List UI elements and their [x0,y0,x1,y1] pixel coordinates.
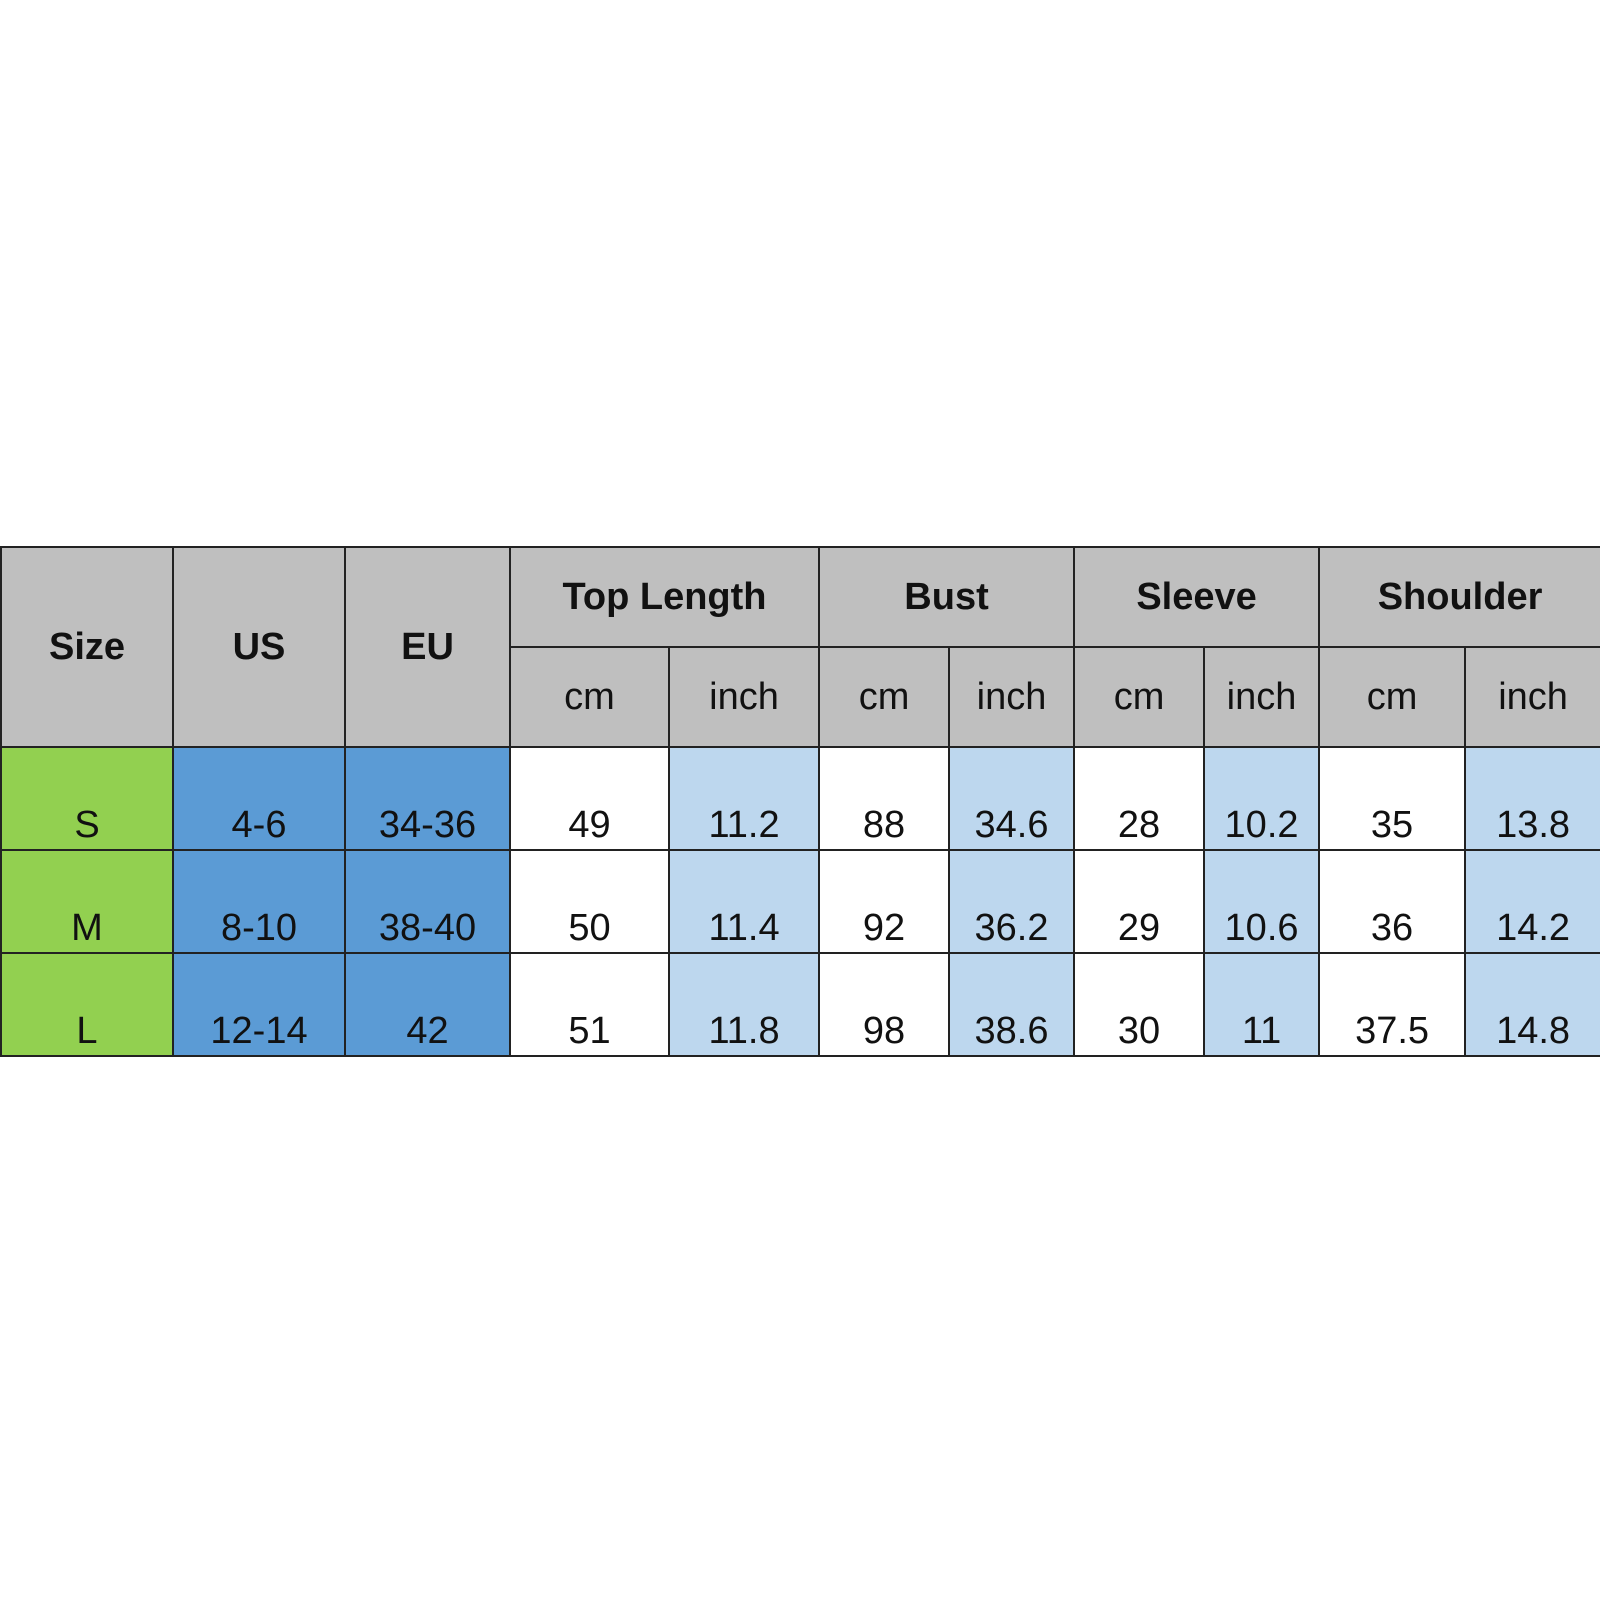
table-row: M 8-10 38-40 50 11.4 92 36.2 29 10.6 36 … [0,849,1600,954]
sleeve-cm-cell: 29 [1073,849,1206,954]
bust-cm-cell: 98 [818,952,951,1057]
bust-cm-cell: 88 [818,746,951,851]
shoulder-cm-cell: 37.5 [1318,952,1467,1057]
sleeve-cm-cell: 30 [1073,952,1206,1057]
header-bust: Bust [818,546,1076,648]
sleeve-inch-cell: 10.2 [1203,746,1321,851]
unit-header: cm [1073,646,1206,748]
top-length-cm-cell: 49 [509,746,670,851]
top-length-cm-cell: 50 [509,849,670,954]
unit-header: inch [948,646,1076,748]
bust-inch-cell: 38.6 [948,952,1076,1057]
header-us: US [172,546,346,748]
eu-cell: 42 [344,952,511,1057]
sleeve-cm-cell: 28 [1073,746,1206,851]
unit-header: inch [1464,646,1600,748]
eu-cell: 34-36 [344,746,511,851]
header-top-length: Top Length [508,546,821,648]
shoulder-cm-cell: 35 [1318,746,1467,851]
eu-cell: 38-40 [344,849,511,954]
header-row-groups: Size US EU Top Length Bust Sleeve Should… [0,546,1600,748]
size-cell: M [0,849,174,954]
us-cell: 12-14 [172,952,346,1057]
unit-header: cm [818,646,951,748]
shoulder-inch-cell: 14.8 [1464,952,1600,1057]
shoulder-cm-cell: 36 [1318,849,1467,954]
header-sleeve: Sleeve [1073,546,1321,648]
header-shoulder: Shoulder [1318,546,1600,648]
bust-cm-cell: 92 [818,849,951,954]
header-eu: EU [344,546,511,748]
shoulder-inch-cell: 14.2 [1464,849,1600,954]
shoulder-inch-cell: 13.8 [1464,746,1600,851]
table-row: L 12-14 42 51 11.8 98 38.6 30 11 37.5 14… [0,952,1600,1057]
unit-header: cm [509,646,670,748]
unit-header: cm [1318,646,1467,748]
sleeve-inch-cell: 10.6 [1203,849,1321,954]
unit-header: inch [1203,646,1321,748]
top-length-inch-cell: 11.8 [667,952,821,1057]
us-cell: 4-6 [172,746,346,851]
size-cell: S [0,746,174,851]
unit-header: inch [667,646,821,748]
bust-inch-cell: 34.6 [948,746,1076,851]
bust-inch-cell: 36.2 [948,849,1076,954]
us-cell: 8-10 [172,849,346,954]
sleeve-inch-cell: 11 [1203,952,1321,1057]
size-chart-table: Size US EU Top Length Bust Sleeve Should… [0,546,1600,1057]
header-size: Size [0,546,174,748]
top-length-inch-cell: 11.4 [667,849,821,954]
top-length-cm-cell: 51 [509,952,670,1057]
size-cell: L [0,952,174,1057]
table-row: S 4-6 34-36 49 11.2 88 34.6 28 10.2 35 1… [0,746,1600,851]
top-length-inch-cell: 11.2 [667,746,821,851]
